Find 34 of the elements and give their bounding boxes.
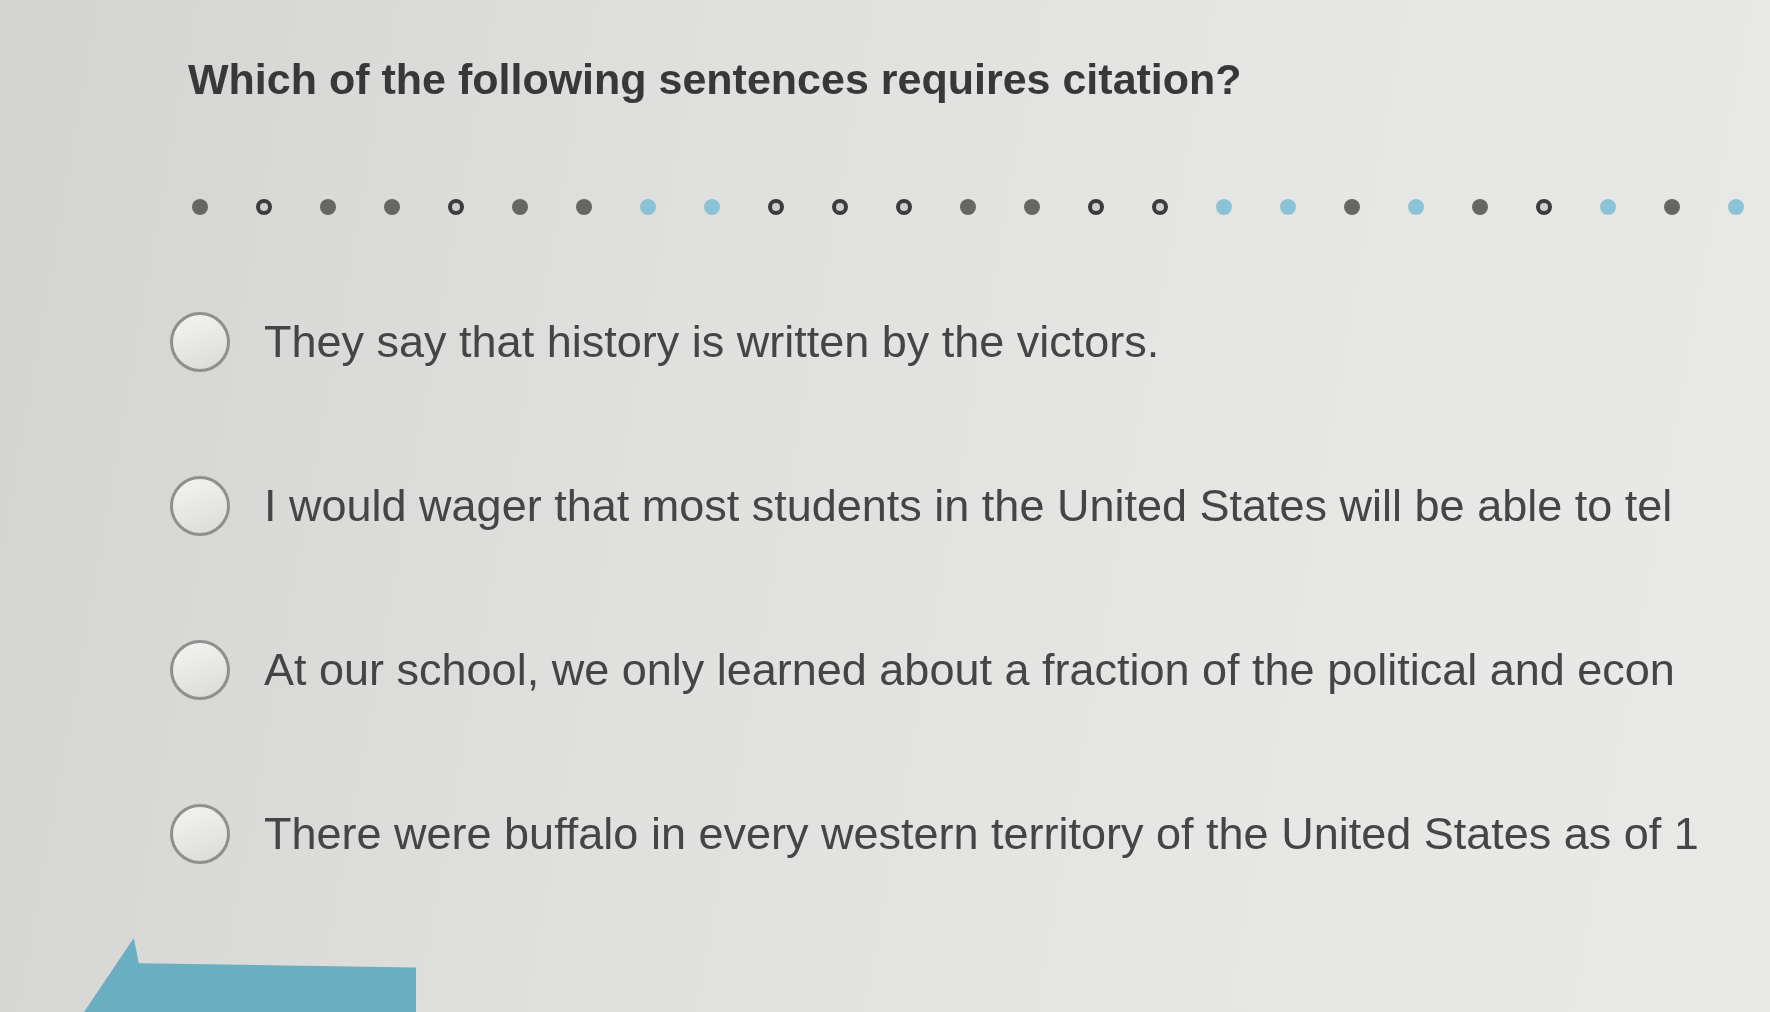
filled-dot-icon[interactable]	[1472, 199, 1488, 215]
option-text: They say that history is written by the victors.	[264, 315, 1160, 369]
option-text: At our school, we only learned about a fraction of the political and econ	[264, 643, 1675, 697]
ring-dot-icon[interactable]	[1152, 199, 1168, 215]
radio-button[interactable]	[170, 804, 230, 864]
ring-dot-icon[interactable]	[896, 199, 912, 215]
tinted-dot-icon[interactable]	[1280, 199, 1296, 215]
filled-dot-icon[interactable]	[576, 199, 592, 215]
filled-dot-icon[interactable]	[384, 199, 400, 215]
filled-dot-icon[interactable]	[1664, 199, 1680, 215]
ring-dot-icon[interactable]	[1088, 199, 1104, 215]
tinted-dot-icon[interactable]	[1600, 199, 1616, 215]
tinted-dot-icon[interactable]	[640, 199, 656, 215]
tinted-dot-icon[interactable]	[704, 199, 720, 215]
filled-dot-icon[interactable]	[1344, 199, 1360, 215]
ring-dot-icon[interactable]	[448, 199, 464, 215]
radio-button[interactable]	[170, 476, 230, 536]
radio-button[interactable]	[170, 640, 230, 700]
filled-dot-icon[interactable]	[960, 199, 976, 215]
ring-dot-icon[interactable]	[1536, 199, 1552, 215]
radio-button[interactable]	[170, 312, 230, 372]
tinted-dot-icon[interactable]	[1728, 199, 1744, 215]
filled-dot-icon[interactable]	[1024, 199, 1040, 215]
filled-dot-icon[interactable]	[320, 199, 336, 215]
question-text: Which of the following sentences requires citation?	[188, 54, 1242, 105]
ring-dot-icon[interactable]	[256, 199, 272, 215]
tinted-dot-icon[interactable]	[1216, 199, 1232, 215]
option-text: I would wager that most students in the United States will be able to tel	[264, 479, 1673, 533]
filled-dot-icon[interactable]	[512, 199, 528, 215]
ring-dot-icon[interactable]	[768, 199, 784, 215]
tinted-dot-icon[interactable]	[1408, 199, 1424, 215]
ring-dot-icon[interactable]	[832, 199, 848, 215]
filled-dot-icon[interactable]	[192, 199, 208, 215]
option-text: There were buffalo in every western territory of the United States as of 1	[264, 807, 1699, 861]
